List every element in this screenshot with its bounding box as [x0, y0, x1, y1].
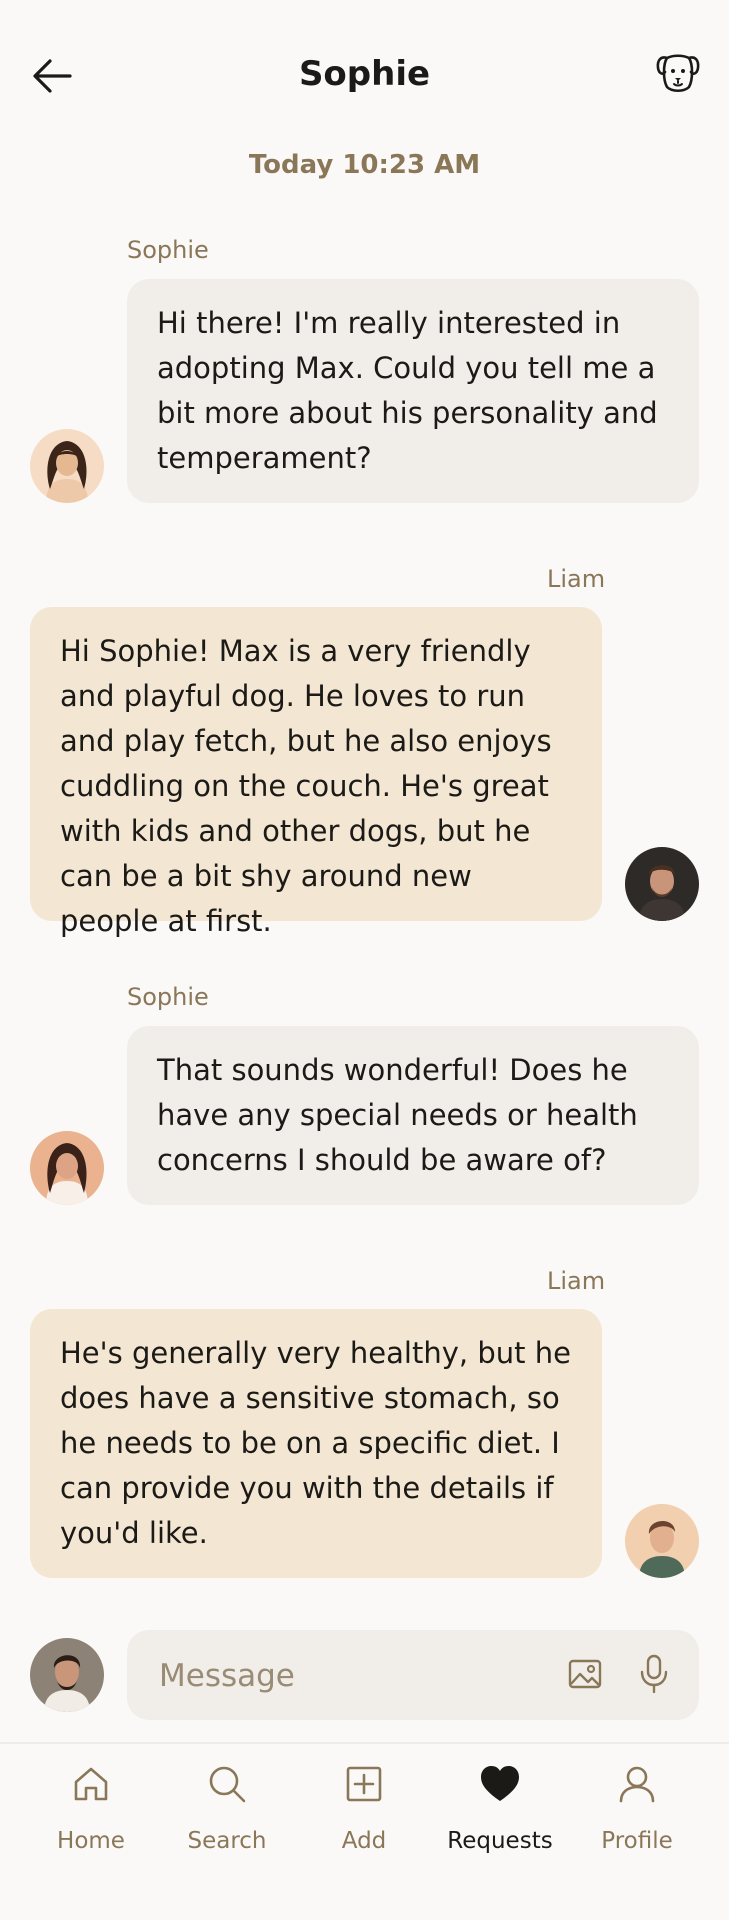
dog-profile-button[interactable]: [655, 50, 701, 96]
heart-icon: [481, 1766, 519, 1801]
dog-icon: [656, 54, 700, 93]
page-title: Sophie: [298, 54, 431, 94]
sender-name: Liam: [547, 565, 606, 593]
nav-label: Profile: [601, 1828, 673, 1854]
microphone-icon: [640, 1654, 668, 1694]
search-icon: [209, 1766, 246, 1803]
current-user-avatar[interactable]: [30, 1638, 104, 1712]
nav-label: Add: [341, 1828, 387, 1854]
message-bubble: He's generally very healthy, but he does…: [30, 1309, 602, 1578]
chat-timestamp: Today 10:23 AM: [248, 150, 481, 180]
sender-name: Sophie: [127, 236, 209, 264]
avatar: [625, 847, 699, 921]
nav-label: Home: [57, 1828, 125, 1854]
avatar: [30, 1131, 104, 1205]
message-bubble: Hi there! I'm really interested in adopt…: [127, 279, 699, 503]
add-square-icon: [346, 1766, 382, 1802]
nav-item-requests[interactable]: Requests: [430, 1744, 570, 1874]
message-bubble: Hi Sophie! Max is a very friendly and pl…: [30, 607, 602, 938]
sender-name: Liam: [547, 1267, 606, 1295]
message-bubble: That sounds wonderful! Does he have any …: [127, 1026, 699, 1205]
profile-icon: [619, 1766, 655, 1803]
avatar: [30, 429, 104, 503]
sender-name: Sophie: [127, 983, 209, 1011]
nav-item-add[interactable]: Add: [294, 1744, 434, 1874]
message-composer: [127, 1630, 699, 1722]
nav-item-profile[interactable]: Profile: [567, 1744, 707, 1874]
nav-label: Search: [187, 1828, 267, 1854]
message-input[interactable]: [157, 1630, 541, 1722]
home-icon: [74, 1767, 108, 1801]
nav-item-home[interactable]: Home: [21, 1744, 161, 1874]
image-icon: [568, 1659, 602, 1689]
voice-message-button[interactable]: [639, 1654, 669, 1694]
attach-image-button[interactable]: [567, 1656, 603, 1692]
bottom-navigation: Home Search Add Requests Profile: [0, 1744, 729, 1920]
nav-item-search[interactable]: Search: [157, 1744, 297, 1874]
nav-label: Requests: [447, 1828, 553, 1854]
chat-header: Sophie: [0, 0, 729, 150]
avatar: [625, 1504, 699, 1578]
